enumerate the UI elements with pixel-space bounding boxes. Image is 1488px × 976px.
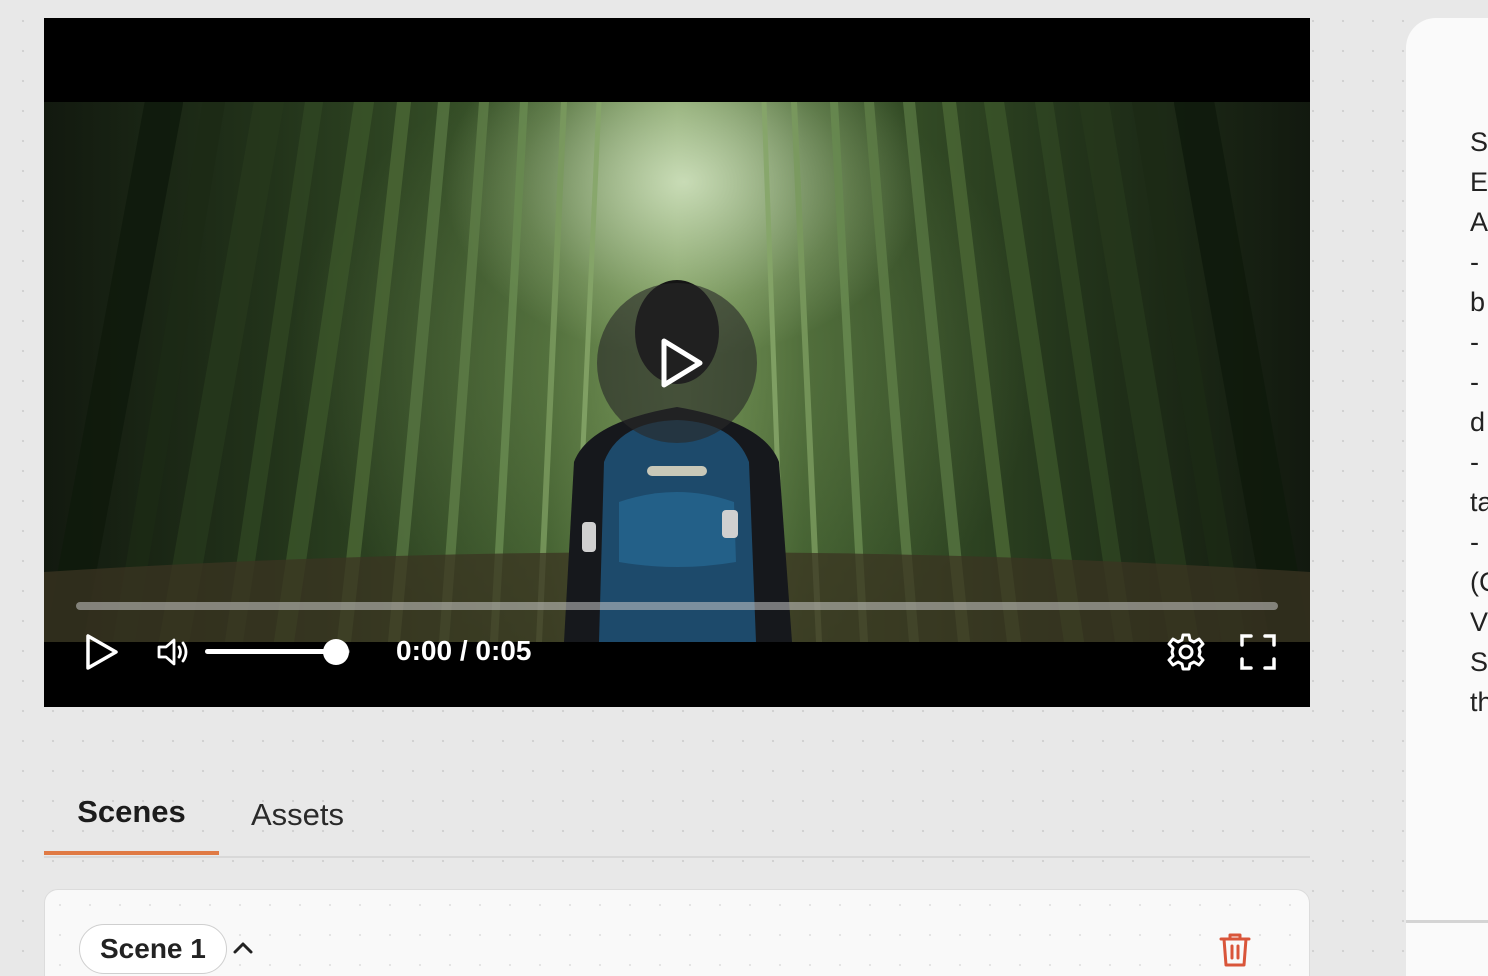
right-panel-line: th: [1470, 687, 1488, 717]
fullscreen-icon: [1240, 634, 1276, 670]
right-panel-line: ta: [1470, 487, 1488, 517]
tab-assets[interactable]: Assets: [251, 770, 344, 856]
chevron-up-icon: [233, 942, 253, 954]
volume-handle[interactable]: [322, 639, 349, 665]
settings-button[interactable]: [1166, 632, 1206, 672]
right-panel-line: E: [1470, 167, 1488, 197]
volume-slider[interactable]: [205, 639, 350, 665]
right-panel-line: S: [1470, 127, 1488, 157]
right-panel-footer: [1406, 923, 1488, 976]
volume-fill: [205, 649, 336, 654]
right-panel-line: -: [1470, 447, 1479, 477]
gear-icon: [1167, 633, 1205, 671]
right-panel-line: V: [1470, 607, 1488, 637]
right-panel-line: -: [1470, 527, 1479, 557]
player-controls: 0:00 / 0:05: [44, 624, 1310, 680]
tab-bar: Scenes Assets: [44, 770, 1310, 858]
volume-icon: [157, 638, 188, 666]
progress-bar[interactable]: [76, 602, 1278, 610]
right-panel-line: A: [1470, 207, 1488, 237]
video-player[interactable]: 0:00 / 0:05: [44, 18, 1310, 707]
scene-label[interactable]: Scene 1: [79, 924, 227, 974]
center-play-button[interactable]: [597, 283, 757, 443]
play-button[interactable]: [82, 632, 122, 672]
delete-scene-button[interactable]: [1217, 931, 1253, 969]
fullscreen-button[interactable]: [1238, 632, 1278, 672]
time-display: 0:00 / 0:05: [396, 635, 532, 666]
right-panel: SEA-b--d-ta-(CVSth: [1406, 18, 1488, 923]
play-icon: [86, 634, 118, 670]
right-panel-line: (C: [1470, 567, 1488, 597]
right-panel-text: SEA-b--d-ta-(CVSth: [1470, 122, 1488, 722]
mute-button[interactable]: [154, 632, 194, 672]
right-panel-line: S: [1470, 647, 1488, 677]
right-panel-line: -: [1470, 247, 1479, 277]
right-panel-line: -: [1470, 327, 1479, 357]
right-panel-line: d: [1470, 407, 1486, 437]
collapse-button[interactable]: [229, 936, 257, 960]
right-panel-line: b: [1470, 287, 1486, 317]
trash-icon: [1219, 933, 1251, 967]
scene-card: Scene 1: [44, 889, 1310, 976]
play-icon: [661, 338, 703, 388]
right-panel-line: -: [1470, 367, 1479, 397]
tab-scenes[interactable]: Scenes: [44, 770, 219, 855]
